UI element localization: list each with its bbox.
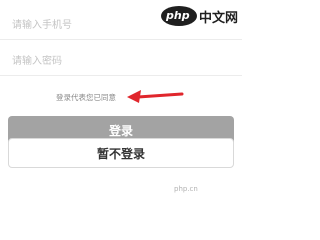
watermark-footer: php.cn xyxy=(174,185,198,193)
watermark-logo: php 中文网 xyxy=(161,4,239,26)
skip-login-button-label: 暂不登录 xyxy=(96,147,145,161)
agreement-text: 登录代表您已同意 xyxy=(56,93,116,102)
login-button-label: 登录 xyxy=(108,124,133,138)
annotation-arrow-icon xyxy=(127,90,184,103)
skip-login-button[interactable]: 暂不登录 xyxy=(8,138,234,168)
php-logo-text: php xyxy=(166,9,190,22)
php-logo: php xyxy=(161,6,197,26)
phone-placeholder: 请输入手机号 xyxy=(12,20,72,31)
watermark-site-text: 中文网 xyxy=(199,11,239,26)
password-placeholder: 请输入密码 xyxy=(12,56,62,67)
password-field[interactable]: 请输入密码 xyxy=(0,42,242,76)
